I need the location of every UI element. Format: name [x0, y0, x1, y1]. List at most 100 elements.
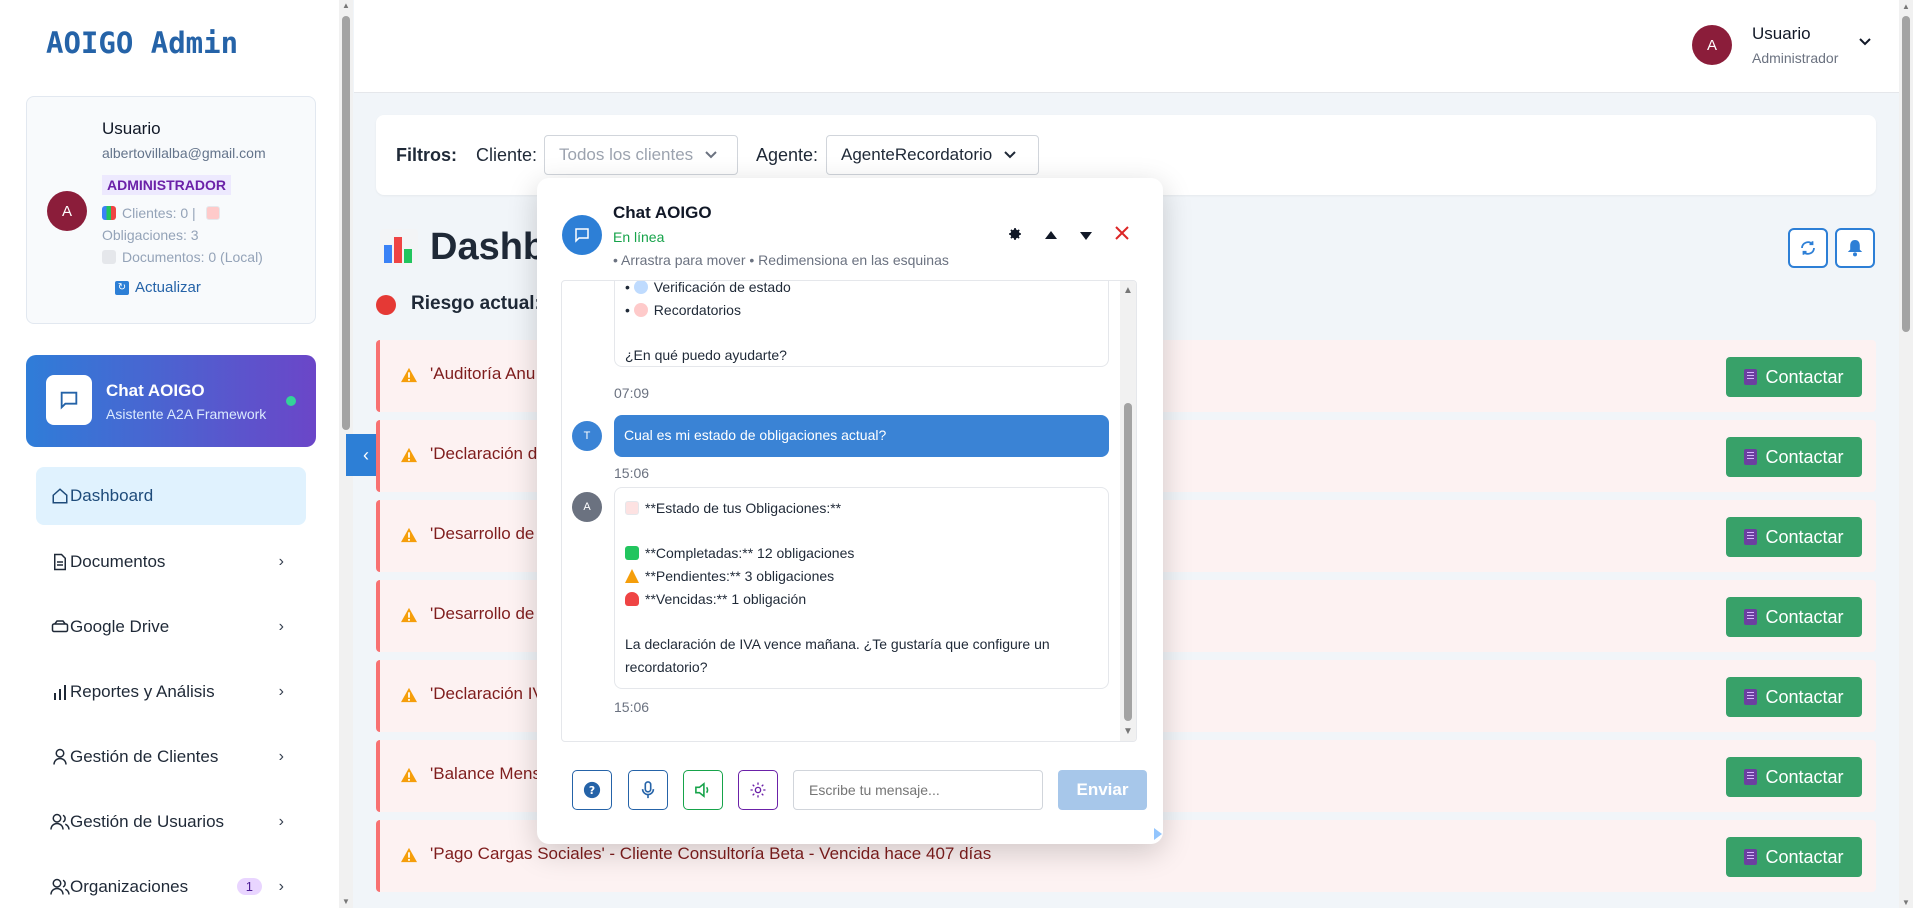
- bot-msg-line: **Estado de tus Obligaciones:**: [625, 500, 841, 516]
- nav-google-drive[interactable]: Google Drive ›: [36, 598, 306, 656]
- settings-button[interactable]: [738, 770, 778, 810]
- chat-hint: • Arrastra para mover • Redimensiona en …: [613, 252, 949, 268]
- chart-icon: [380, 228, 418, 267]
- nav-documentos-label: Documentos: [70, 552, 166, 571]
- page-scrollbar[interactable]: ▲ ▼: [1899, 0, 1913, 908]
- user-card: A Usuario albertovillalba@gmail.com ADMI…: [26, 96, 316, 324]
- contact-button[interactable]: Contactar: [1726, 517, 1862, 557]
- chevron-left-icon: ‹: [363, 444, 369, 465]
- bot-msg-line: **Vencidas:** 1 obligación: [625, 591, 806, 607]
- clipboard-icon: [625, 501, 639, 515]
- refresh-label: Actualizar: [135, 279, 201, 296]
- contact-button[interactable]: Contactar: [1726, 437, 1862, 477]
- warning-icon: [400, 367, 418, 388]
- nav-clientes[interactable]: Gestión de Clientes ›: [36, 728, 306, 786]
- warning-icon: [625, 569, 639, 583]
- contact-button[interactable]: Contactar: [1726, 757, 1862, 797]
- move-up-icon[interactable]: [1044, 227, 1058, 243]
- user-name: Usuario: [102, 119, 161, 138]
- document-icon: [102, 250, 116, 264]
- contact-button[interactable]: Contactar: [1726, 677, 1862, 717]
- bot-msg-line: La declaración de IVA vence mañana. ¿Te …: [625, 636, 1050, 652]
- contact-button[interactable]: Contactar: [1726, 837, 1862, 877]
- nav-usuarios[interactable]: Gestión de Usuarios ›: [36, 793, 306, 851]
- client-select[interactable]: Todos los clientes: [544, 135, 738, 175]
- contact-label: Contactar: [1765, 846, 1844, 867]
- warning-icon: [400, 847, 418, 868]
- chevron-down-icon[interactable]: [1858, 34, 1872, 52]
- agent-select[interactable]: AgenteRecordatorio: [826, 135, 1039, 175]
- chevron-right-icon: ›: [278, 553, 284, 570]
- phone-icon: [1744, 529, 1758, 545]
- speaker-icon: [695, 782, 709, 798]
- agent-filter-label: Agente:: [756, 145, 819, 165]
- alert-text: 'Balance Mensu: [430, 764, 551, 783]
- help-button[interactable]: ?: [572, 770, 612, 810]
- page-title: Dashb: [380, 226, 546, 269]
- chat-messages[interactable]: • Verificación de estado • Recordatorios…: [561, 280, 1137, 742]
- phone-icon: [1744, 449, 1758, 465]
- move-down-icon[interactable]: [1079, 228, 1093, 244]
- stats-documents: Documentos: 0 (Local): [102, 249, 263, 265]
- chat-scrollbar[interactable]: ▲ ▼: [1120, 281, 1136, 741]
- phone-icon: [1744, 689, 1758, 705]
- gear-icon[interactable]: [1007, 226, 1023, 245]
- microphone-icon: [641, 781, 655, 799]
- chevron-down-icon: [705, 151, 717, 159]
- chat-scroll-down[interactable]: ▼: [1123, 726, 1133, 737]
- gear-icon: [750, 782, 766, 798]
- phone-icon: [1744, 369, 1758, 385]
- resize-handle-icon[interactable]: [1154, 828, 1162, 840]
- refresh-dashboard-button[interactable]: [1788, 228, 1828, 268]
- chat-launcher-card[interactable]: Chat AOIGO Asistente A2A Framework: [26, 355, 316, 447]
- alert-text: 'Auditoría Anu: [430, 364, 536, 383]
- home-icon: [50, 487, 70, 505]
- page-scroll-down[interactable]: ▼: [1902, 898, 1910, 907]
- chat-message-input[interactable]: [793, 770, 1043, 810]
- organizaciones-count-badge: 1: [236, 878, 262, 895]
- nav-dashboard[interactable]: Dashboard: [36, 467, 306, 525]
- clipboard-icon: [205, 206, 220, 220]
- nav-organizaciones-label: Organizaciones: [70, 877, 189, 896]
- contact-label: Contactar: [1765, 606, 1844, 627]
- bot-message: **Estado de tus Obligaciones:** **Comple…: [614, 487, 1109, 689]
- bot-msg-line: • Verificación de estado: [625, 280, 791, 295]
- notifications-button[interactable]: [1835, 228, 1875, 268]
- page-scroll-thumb[interactable]: [1902, 16, 1910, 332]
- refresh-button[interactable]: ↻ Actualizar: [115, 279, 201, 296]
- close-icon[interactable]: [1114, 225, 1130, 244]
- warning-icon: [400, 767, 418, 788]
- page-scroll-up[interactable]: ▲: [1902, 2, 1910, 11]
- client-filter-label: Cliente:: [476, 145, 538, 165]
- filters-label: Filtros:: [396, 145, 457, 165]
- bot-msg-line: • Recordatorios: [625, 302, 741, 318]
- nav-google-drive-label: Google Drive: [70, 617, 170, 636]
- contact-button[interactable]: Contactar: [1726, 597, 1862, 637]
- bot-msg-line: **Pendientes:** 3 obligaciones: [625, 568, 834, 584]
- chat-window[interactable]: Chat AOIGO En línea • Arrastra para move…: [537, 178, 1163, 844]
- speaker-button[interactable]: [683, 770, 723, 810]
- header-avatar[interactable]: A: [1692, 25, 1732, 65]
- nav-organizaciones[interactable]: Organizaciones 1 ›: [36, 858, 306, 908]
- alert-text: 'Pago Cargas Sociales' - Cliente Consult…: [430, 844, 992, 863]
- chat-scroll-thumb[interactable]: [1124, 403, 1132, 721]
- stats-clients-text: Clientes: 0 |: [122, 205, 196, 221]
- microphone-button[interactable]: [628, 770, 668, 810]
- agent-select-value: AgenteRecordatorio: [841, 145, 993, 164]
- header-user-name[interactable]: Usuario: [1752, 24, 1811, 44]
- nav-usuarios-label: Gestión de Usuarios: [70, 812, 225, 831]
- nav-documentos[interactable]: Documentos ›: [36, 533, 306, 591]
- scroll-up-arrow[interactable]: ▲: [342, 2, 350, 10]
- chat-scroll-up[interactable]: ▲: [1123, 285, 1133, 296]
- message-time: 15:06: [614, 699, 650, 715]
- contact-label: Contactar: [1765, 526, 1844, 547]
- chat-bubble-icon: [46, 375, 92, 425]
- scroll-down-arrow[interactable]: ▼: [342, 898, 350, 906]
- nav-reportes[interactable]: Reportes y Análisis ›: [36, 663, 306, 721]
- alarm-bell-icon: [625, 592, 639, 606]
- contact-button[interactable]: Contactar: [1726, 357, 1862, 397]
- send-button[interactable]: Enviar: [1058, 770, 1147, 810]
- refresh-icon: ↻: [115, 280, 129, 295]
- sidebar-scroll-thumb[interactable]: [342, 16, 350, 430]
- nav-reportes-label: Reportes y Análisis: [70, 682, 215, 701]
